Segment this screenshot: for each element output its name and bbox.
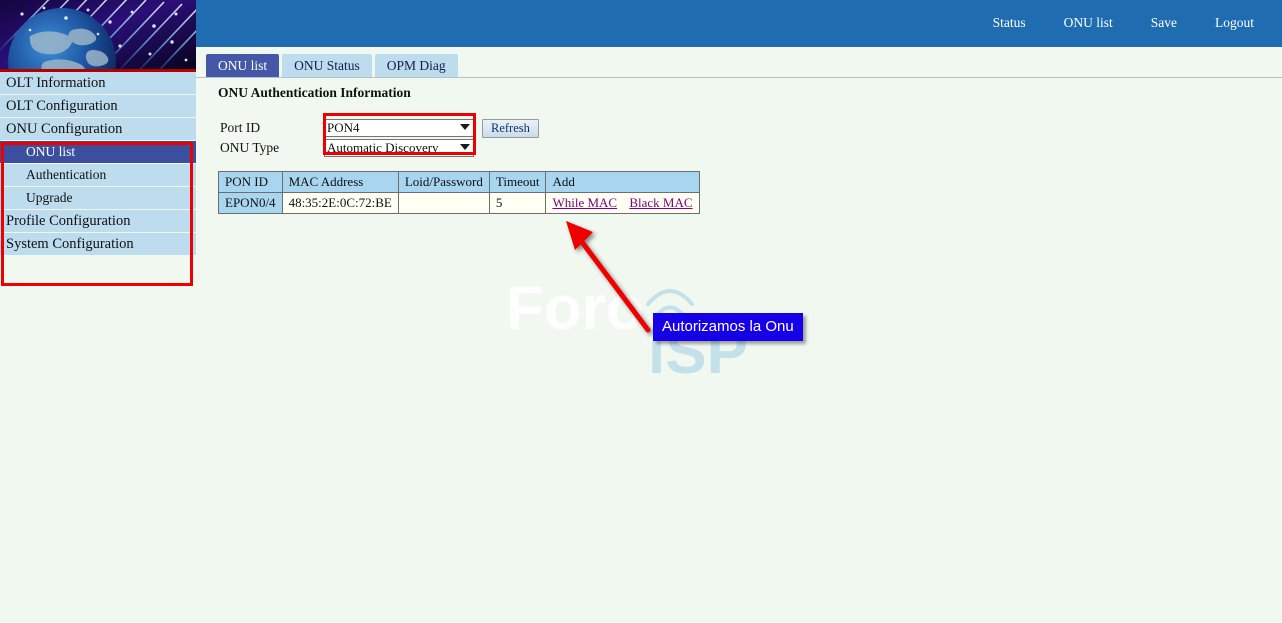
cell-timeout: 5 (489, 193, 546, 214)
port-id-select-wrap: PON1PON2PON3PON4PON5PON6PON7PON8 (324, 119, 474, 137)
column-header-mac-address: MAC Address (282, 172, 398, 193)
sidebar-item-authentication[interactable]: Authentication (0, 164, 196, 186)
form-row-onu-type: ONU Type Automatic DiscoveryMACLoidLoid+… (220, 138, 539, 158)
sidebar-item-profile-configuration[interactable]: Profile Configuration (0, 210, 196, 232)
cell-add-actions: While MAC Black MAC (546, 193, 699, 214)
table-header-row: PON ID MAC Address Loid/Password Timeout… (219, 172, 700, 193)
foroisp-watermark: Foro iSP (506, 247, 826, 377)
main-content: ONU list ONU Status OPM Diag ONU Authent… (196, 47, 1282, 623)
cell-loid-password (398, 193, 489, 214)
sidebar-item-onu-list[interactable]: ONU list (0, 141, 196, 163)
top-navigation: Status ONU list Save Logout (993, 13, 1254, 33)
onu-type-label: ONU Type (220, 140, 324, 156)
column-header-timeout: Timeout (489, 172, 546, 193)
sidebar-item-upgrade[interactable]: Upgrade (0, 187, 196, 209)
banner-logo-image (0, 0, 196, 72)
onu-type-select-wrap: Automatic DiscoveryMACLoidLoid+Password (324, 139, 474, 157)
sidebar-navigation: OLT Information OLT Configuration ONU Co… (0, 72, 196, 623)
port-id-select[interactable]: PON1PON2PON3PON4PON5PON6PON7PON8 (324, 119, 474, 137)
svg-text:Foro: Foro (506, 274, 644, 343)
page-title: ONU Authentication Information (218, 85, 411, 101)
tab-strip: ONU list ONU Status OPM Diag (196, 47, 1282, 78)
column-header-add: Add (546, 172, 699, 193)
onu-authentication-table: PON ID MAC Address Loid/Password Timeout… (218, 171, 700, 214)
column-header-loid-password: Loid/Password (398, 172, 489, 193)
black-mac-link[interactable]: Black MAC (629, 195, 692, 210)
sidebar-item-olt-information[interactable]: OLT Information (0, 72, 196, 94)
column-header-pon-id: PON ID (219, 172, 283, 193)
cell-pon-id: EPON0/4 (219, 193, 283, 214)
table-row: EPON0/4 48:35:2E:0C:72:BE 5 While MAC Bl… (219, 193, 700, 214)
callout-annotation: Autorizamos la Onu (653, 313, 803, 341)
port-id-label: Port ID (220, 120, 324, 136)
sidebar-item-system-configuration[interactable]: System Configuration (0, 233, 196, 255)
tab-opm-diag[interactable]: OPM Diag (375, 54, 458, 77)
while-mac-link[interactable]: While MAC (552, 195, 617, 210)
tab-onu-status[interactable]: ONU Status (282, 54, 372, 77)
nav-onu-list[interactable]: ONU list (1064, 15, 1113, 31)
form-row-port-id: Port ID PON1PON2PON3PON4PON5PON6PON7PON8… (220, 118, 539, 138)
refresh-button[interactable]: Refresh (482, 119, 539, 138)
authentication-form: Port ID PON1PON2PON3PON4PON5PON6PON7PON8… (220, 118, 539, 158)
sidebar-item-onu-configuration[interactable]: ONU Configuration (0, 118, 196, 140)
onu-type-select[interactable]: Automatic DiscoveryMACLoidLoid+Password (324, 139, 474, 157)
tab-onu-list[interactable]: ONU list (206, 54, 279, 77)
cell-mac-address: 48:35:2E:0C:72:BE (282, 193, 398, 214)
nav-logout[interactable]: Logout (1215, 15, 1254, 31)
nav-save[interactable]: Save (1151, 15, 1177, 31)
nav-status[interactable]: Status (993, 15, 1026, 31)
sidebar-item-olt-configuration[interactable]: OLT Configuration (0, 95, 196, 117)
